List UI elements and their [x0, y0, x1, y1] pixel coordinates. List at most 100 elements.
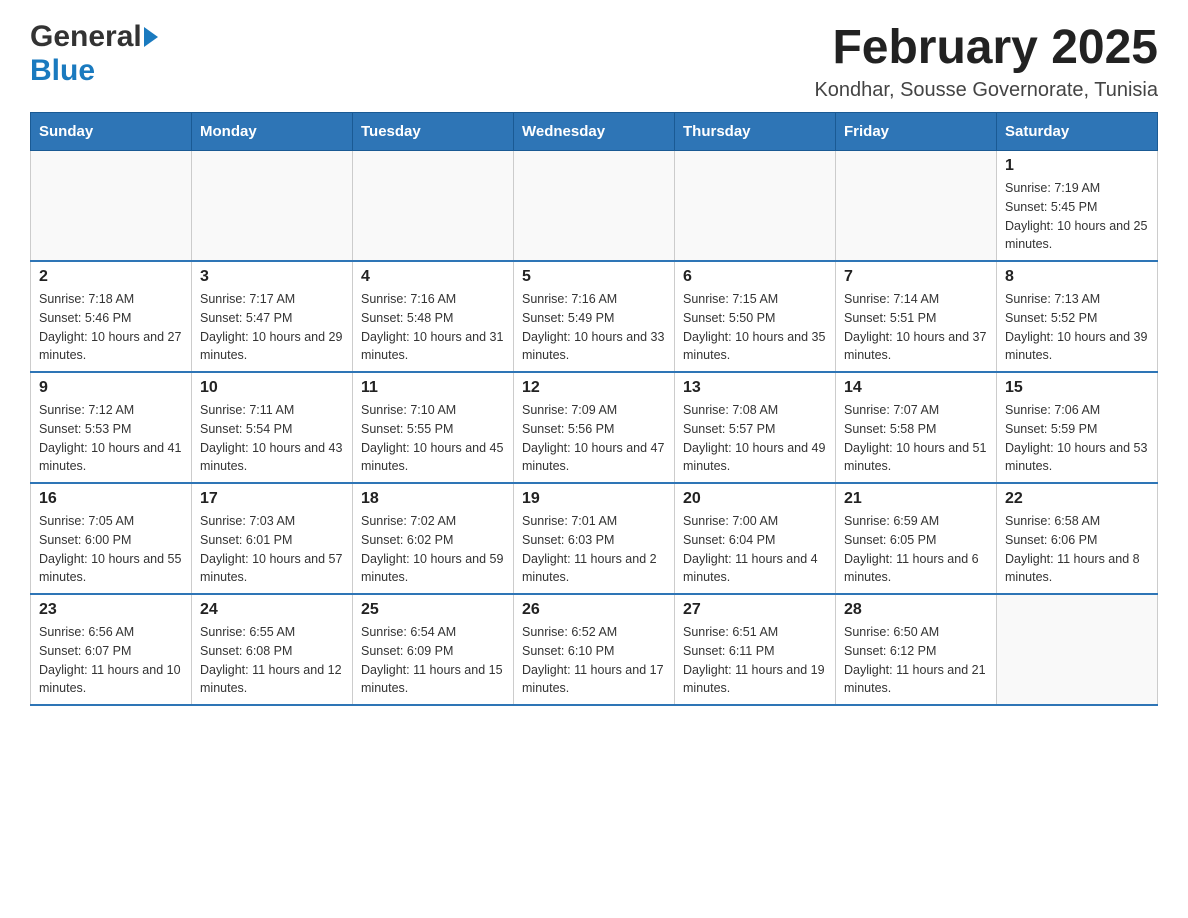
- calendar-title: February 2025: [814, 20, 1158, 75]
- page-header: General Blue February 2025 Kondhar, Sous…: [30, 20, 1158, 102]
- table-row: [514, 151, 675, 262]
- day-number: 16: [39, 490, 183, 508]
- day-info: Sunrise: 7:01 AMSunset: 6:03 PMDaylight:…: [522, 512, 666, 587]
- day-info: Sunrise: 7:07 AMSunset: 5:58 PMDaylight:…: [844, 401, 988, 476]
- table-row: 24 Sunrise: 6:55 AMSunset: 6:08 PMDayligh…: [192, 594, 353, 705]
- day-info: Sunrise: 7:15 AMSunset: 5:50 PMDaylight:…: [683, 290, 827, 365]
- day-info: Sunrise: 7:06 AMSunset: 5:59 PMDaylight:…: [1005, 401, 1149, 476]
- header-tuesday: Tuesday: [353, 113, 514, 151]
- table-row: 5Sunrise: 7:16 AMSunset: 5:49 PMDaylight…: [514, 261, 675, 372]
- logo-arrow-icon: [144, 27, 158, 47]
- day-info: Sunrise: 6:58 AMSunset: 6:06 PMDaylight:…: [1005, 512, 1149, 587]
- day-number: 27: [683, 601, 827, 619]
- table-row: 3 Sunrise: 7:17 AMSunset: 5:47 PMDaylight…: [192, 261, 353, 372]
- day-number: 6: [683, 268, 827, 286]
- table-row: [192, 151, 353, 262]
- table-row: 19 Sunrise: 7:01 AMSunset: 6:03 PMDayligh…: [514, 483, 675, 594]
- day-number: 11: [361, 379, 505, 397]
- table-row: [836, 151, 997, 262]
- day-number: 8: [1005, 268, 1149, 286]
- day-info: Sunrise: 7:18 AMSunset: 5:46 PMDaylight:…: [39, 290, 183, 365]
- day-number: 1: [1005, 157, 1149, 175]
- table-row: 8 Sunrise: 7:13 AMSunset: 5:52 PMDaylight…: [997, 261, 1158, 372]
- day-info: Sunrise: 7:12 AMSunset: 5:53 PMDaylight:…: [39, 401, 183, 476]
- day-info: Sunrise: 6:56 AMSunset: 6:07 PMDaylight:…: [39, 623, 183, 698]
- day-number: 12: [522, 379, 666, 397]
- day-number: 14: [844, 379, 988, 397]
- table-row: 17 Sunrise: 7:03 AMSunset: 6:01 PMDayligh…: [192, 483, 353, 594]
- table-row: 18 Sunrise: 7:02 AMSunset: 6:02 PMDayligh…: [353, 483, 514, 594]
- day-number: 21: [844, 490, 988, 508]
- table-row: [31, 151, 192, 262]
- calendar-week-row: 16 Sunrise: 7:05 AMSunset: 6:00 PMDayligh…: [31, 483, 1158, 594]
- table-row: 28Sunrise: 6:50 AMSunset: 6:12 PMDayligh…: [836, 594, 997, 705]
- day-number: 4: [361, 268, 505, 286]
- table-row: 27Sunrise: 6:51 AMSunset: 6:11 PMDayligh…: [675, 594, 836, 705]
- table-row: 25 Sunrise: 6:54 AMSunset: 6:09 PMDayligh…: [353, 594, 514, 705]
- table-row: 10 Sunrise: 7:11 AMSunset: 5:54 PMDayligh…: [192, 372, 353, 483]
- day-info: Sunrise: 6:55 AMSunset: 6:08 PMDaylight:…: [200, 623, 344, 698]
- day-number: 3: [200, 268, 344, 286]
- calendar-week-row: 9 Sunrise: 7:12 AMSunset: 5:53 PMDaylight…: [31, 372, 1158, 483]
- table-row: [353, 151, 514, 262]
- table-row: 6 Sunrise: 7:15 AMSunset: 5:50 PMDaylight…: [675, 261, 836, 372]
- table-row: 13Sunrise: 7:08 AMSunset: 5:57 PMDayligh…: [675, 372, 836, 483]
- day-number: 19: [522, 490, 666, 508]
- day-number: 20: [683, 490, 827, 508]
- table-row: 1Sunrise: 7:19 AMSunset: 5:45 PMDaylight…: [997, 151, 1158, 262]
- day-number: 7: [844, 268, 988, 286]
- day-info: Sunrise: 6:52 AMSunset: 6:10 PMDaylight:…: [522, 623, 666, 698]
- day-number: 13: [683, 379, 827, 397]
- table-row: 4Sunrise: 7:16 AMSunset: 5:48 PMDaylight…: [353, 261, 514, 372]
- day-number: 17: [200, 490, 344, 508]
- day-info: Sunrise: 7:03 AMSunset: 6:01 PMDaylight:…: [200, 512, 344, 587]
- day-number: 26: [522, 601, 666, 619]
- header-wednesday: Wednesday: [514, 113, 675, 151]
- logo-general-text: General: [30, 20, 142, 54]
- day-number: 2: [39, 268, 183, 286]
- day-info: Sunrise: 7:09 AMSunset: 5:56 PMDaylight:…: [522, 401, 666, 476]
- day-number: 28: [844, 601, 988, 619]
- table-row: 9 Sunrise: 7:12 AMSunset: 5:53 PMDaylight…: [31, 372, 192, 483]
- day-number: 10: [200, 379, 344, 397]
- table-row: 23 Sunrise: 6:56 AMSunset: 6:07 PMDayligh…: [31, 594, 192, 705]
- table-row: 14 Sunrise: 7:07 AMSunset: 5:58 PMDayligh…: [836, 372, 997, 483]
- header-monday: Monday: [192, 113, 353, 151]
- day-number: 22: [1005, 490, 1149, 508]
- day-info: Sunrise: 7:05 AMSunset: 6:00 PMDaylight:…: [39, 512, 183, 587]
- calendar-table: Sunday Monday Tuesday Wednesday Thursday…: [30, 112, 1158, 706]
- calendar-subtitle: Kondhar, Sousse Governorate, Tunisia: [814, 79, 1158, 102]
- calendar-week-row: 1Sunrise: 7:19 AMSunset: 5:45 PMDaylight…: [31, 151, 1158, 262]
- table-row: [675, 151, 836, 262]
- table-row: 22 Sunrise: 6:58 AMSunset: 6:06 PMDayligh…: [997, 483, 1158, 594]
- day-info: Sunrise: 7:14 AMSunset: 5:51 PMDaylight:…: [844, 290, 988, 365]
- day-info: Sunrise: 7:11 AMSunset: 5:54 PMDaylight:…: [200, 401, 344, 476]
- header-thursday: Thursday: [675, 113, 836, 151]
- day-info: Sunrise: 7:17 AMSunset: 5:47 PMDaylight:…: [200, 290, 344, 365]
- day-info: Sunrise: 6:54 AMSunset: 6:09 PMDaylight:…: [361, 623, 505, 698]
- table-row: 16 Sunrise: 7:05 AMSunset: 6:00 PMDayligh…: [31, 483, 192, 594]
- logo-blue-text: Blue: [30, 54, 95, 87]
- day-number: 23: [39, 601, 183, 619]
- day-info: Sunrise: 7:16 AMSunset: 5:49 PMDaylight:…: [522, 290, 666, 365]
- day-info: Sunrise: 7:02 AMSunset: 6:02 PMDaylight:…: [361, 512, 505, 587]
- table-row: 2 Sunrise: 7:18 AMSunset: 5:46 PMDaylight…: [31, 261, 192, 372]
- table-row: 20Sunrise: 7:00 AMSunset: 6:04 PMDayligh…: [675, 483, 836, 594]
- table-row: 12 Sunrise: 7:09 AMSunset: 5:56 PMDayligh…: [514, 372, 675, 483]
- calendar-week-row: 23 Sunrise: 6:56 AMSunset: 6:07 PMDayligh…: [31, 594, 1158, 705]
- day-number: 25: [361, 601, 505, 619]
- logo: General Blue: [30, 20, 160, 88]
- day-number: 18: [361, 490, 505, 508]
- table-row: 26 Sunrise: 6:52 AMSunset: 6:10 PMDayligh…: [514, 594, 675, 705]
- table-row: 15 Sunrise: 7:06 AMSunset: 5:59 PMDayligh…: [997, 372, 1158, 483]
- header-saturday: Saturday: [997, 113, 1158, 151]
- title-block: February 2025 Kondhar, Sousse Governorat…: [814, 20, 1158, 102]
- day-number: 24: [200, 601, 344, 619]
- day-number: 9: [39, 379, 183, 397]
- day-info: Sunrise: 6:59 AMSunset: 6:05 PMDaylight:…: [844, 512, 988, 587]
- day-info: Sunrise: 7:13 AMSunset: 5:52 PMDaylight:…: [1005, 290, 1149, 365]
- calendar-header-row: Sunday Monday Tuesday Wednesday Thursday…: [31, 113, 1158, 151]
- calendar-week-row: 2 Sunrise: 7:18 AMSunset: 5:46 PMDaylight…: [31, 261, 1158, 372]
- table-row: 7 Sunrise: 7:14 AMSunset: 5:51 PMDaylight…: [836, 261, 997, 372]
- day-number: 15: [1005, 379, 1149, 397]
